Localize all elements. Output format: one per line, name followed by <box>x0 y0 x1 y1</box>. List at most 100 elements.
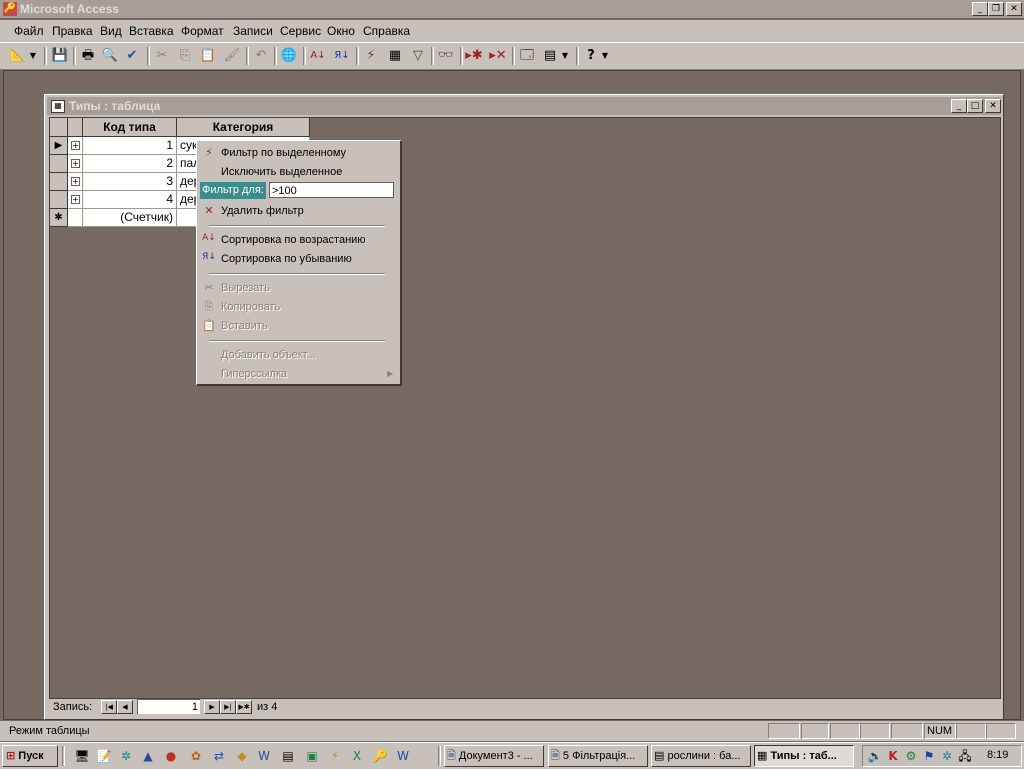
spelling-icon[interactable]: ✔ <box>122 47 142 65</box>
task-label: 5 Фільтрація... <box>562 750 636 762</box>
find-icon[interactable]: 👓 <box>436 47 456 65</box>
quicklaunch-excel-icon[interactable]: X <box>349 748 365 764</box>
quicklaunch-app-icon[interactable]: ✿ <box>188 748 204 764</box>
menu-sort-ascending[interactable]: Сортировка по возрастанию <box>221 234 366 246</box>
menu-exclude-selection[interactable]: Исключить выделенное <box>221 166 342 178</box>
quicklaunch-access-icon[interactable]: 🔑 <box>372 748 388 764</box>
record-number-input[interactable]: 1 <box>137 699 200 714</box>
cell-new-record-counter[interactable]: (Счетчик) <box>83 209 177 227</box>
quicklaunch-word-icon[interactable]: W <box>256 748 272 764</box>
menu-filter-by-selection[interactable]: Фильтр по выделенному <box>221 147 346 159</box>
expand-row[interactable]: + <box>68 173 83 191</box>
menu-insert[interactable]: Вставка <box>129 24 174 38</box>
view-design-icon[interactable]: 📐 <box>8 47 28 65</box>
row-selector-header[interactable] <box>50 118 68 137</box>
menu-file[interactable]: Файл <box>14 24 44 38</box>
sort-descending-icon[interactable]: Я↓ <box>332 47 352 65</box>
task-button-filtering[interactable]: 🗎 5 Фільтрація... <box>548 745 648 767</box>
filter-form-icon[interactable]: ▦ <box>385 47 405 65</box>
expand-row[interactable]: + <box>68 137 83 155</box>
menu-remove-filter[interactable]: Удалить фильтр <box>221 205 304 217</box>
column-header-category[interactable]: Категория <box>177 118 310 137</box>
menu-records[interactable]: Записи <box>233 24 273 38</box>
child-close-button[interactable]: ✕ <box>985 99 1001 113</box>
child-maximize-button[interactable]: □ <box>967 99 983 113</box>
delete-record-icon[interactable]: ▸✕ <box>488 47 508 65</box>
first-record-button[interactable]: |◀ <box>101 700 117 714</box>
menu-view[interactable]: Вид <box>100 24 122 38</box>
task-button-document3[interactable]: 🗎 Документ3 - ... <box>444 745 544 767</box>
prev-record-button[interactable]: ◀ <box>117 700 133 714</box>
quicklaunch-app-icon[interactable]: ⇄ <box>211 748 227 764</box>
network-icon[interactable]: ⚙ <box>903 748 919 764</box>
menu-window[interactable]: Окно <box>327 24 355 38</box>
quicklaunch-explorer-icon[interactable]: 📝 <box>96 748 112 764</box>
paste-icon[interactable]: 📋 <box>198 47 218 65</box>
new-object-icon[interactable]: ▤ <box>540 47 560 65</box>
filter-selection-icon[interactable]: ⚡ <box>361 47 381 65</box>
menu-help[interactable]: Справка <box>363 24 410 38</box>
toolbar-separator <box>460 47 463 65</box>
minimize-button[interactable]: _ <box>972 2 988 16</box>
menu-tools[interactable]: Сервис <box>280 24 321 38</box>
row-selector[interactable] <box>50 155 68 173</box>
task-button-types-table[interactable]: ▦ Типы : таб... <box>754 745 854 767</box>
hyperlink-icon[interactable]: 🌐 <box>279 47 299 65</box>
quicklaunch-app-icon[interactable]: ▲ <box>140 748 156 764</box>
filter-for-input[interactable]: >100 <box>269 182 394 198</box>
quicklaunch-app-icon[interactable]: ◆ <box>234 748 250 764</box>
quicklaunch-app-icon[interactable]: ⚡ <box>327 748 343 764</box>
print-icon[interactable]: 🖶 <box>78 47 98 65</box>
restore-button[interactable]: ❐ <box>988 2 1004 16</box>
cell-type-code[interactable]: 2 <box>83 155 177 173</box>
column-header-type-code[interactable]: Код типа <box>83 118 177 137</box>
menu-format[interactable]: Формат <box>181 24 224 38</box>
antivirus-icon[interactable]: K <box>885 748 901 764</box>
sort-ascending-icon[interactable]: A↓ <box>308 47 328 65</box>
help-icon[interactable]: ? <box>581 47 601 65</box>
quicklaunch-app-icon[interactable]: ● <box>163 748 179 764</box>
expand-row[interactable]: + <box>68 191 83 209</box>
quicklaunch-app-icon[interactable]: ▤ <box>280 748 296 764</box>
copy-icon[interactable]: ⎘ <box>175 47 195 65</box>
row-selector[interactable] <box>50 191 68 209</box>
format-painter-icon[interactable]: 🖌 <box>222 47 242 65</box>
row-selector-current-icon[interactable]: ▶ <box>50 137 68 155</box>
print-preview-icon[interactable]: 🔍 <box>100 47 120 65</box>
task-button-plants-db[interactable]: ▤ рослини : ба... <box>651 745 751 767</box>
undo-icon[interactable]: ↶ <box>251 47 271 65</box>
row-selector[interactable] <box>50 173 68 191</box>
cell-type-code[interactable]: 1 <box>83 137 177 155</box>
cut-icon[interactable]: ✂ <box>152 47 172 65</box>
tray-app-icon[interactable]: ✲ <box>939 748 955 764</box>
cell-type-code[interactable]: 3 <box>83 173 177 191</box>
quicklaunch-app-icon[interactable]: ▣ <box>304 748 320 764</box>
table-window-title-bar[interactable]: ▦ Типы : таблица _ □ ✕ <box>47 97 1001 115</box>
start-button[interactable]: ⊞ Пуск <box>2 745 58 767</box>
monitor-icon[interactable]: 🖧 <box>957 748 973 764</box>
clock[interactable]: 8:19 <box>987 749 1008 761</box>
status-bar: Режим таблицы NUM <box>0 721 1024 741</box>
save-icon[interactable]: 💾 <box>50 47 70 65</box>
language-flag-icon[interactable]: ⚑ <box>921 748 937 764</box>
expand-row[interactable]: + <box>68 155 83 173</box>
new-object-dropdown-icon[interactable]: ▼ <box>560 47 570 65</box>
database-window-icon[interactable]: 🗔 <box>517 47 537 65</box>
quicklaunch-word-icon[interactable]: W <box>395 748 411 764</box>
child-minimize-button[interactable]: _ <box>951 99 967 113</box>
help-dropdown-icon[interactable]: ▼ <box>600 47 610 65</box>
volume-icon[interactable]: 🔈 <box>867 748 883 764</box>
apply-filter-icon[interactable]: ▽ <box>408 47 428 65</box>
close-button[interactable]: ✕ <box>1006 2 1022 16</box>
menu-sort-descending[interactable]: Сортировка по убыванию <box>221 253 352 265</box>
view-dropdown-icon[interactable]: ▼ <box>28 47 38 65</box>
last-record-button[interactable]: ▶| <box>220 700 236 714</box>
cell-type-code[interactable]: 4 <box>83 191 177 209</box>
new-record-icon[interactable]: ▸✱ <box>464 47 484 65</box>
next-record-button[interactable]: ▶ <box>204 700 220 714</box>
new-record-selector-asterisk-icon[interactable]: ✱ <box>50 209 68 227</box>
quicklaunch-app-icon[interactable]: ✲ <box>118 748 134 764</box>
menu-edit[interactable]: Правка <box>52 24 93 38</box>
quicklaunch-desktop-icon[interactable]: 🖥 <box>74 748 90 764</box>
new-record-nav-button[interactable]: ▶✱ <box>236 700 252 714</box>
